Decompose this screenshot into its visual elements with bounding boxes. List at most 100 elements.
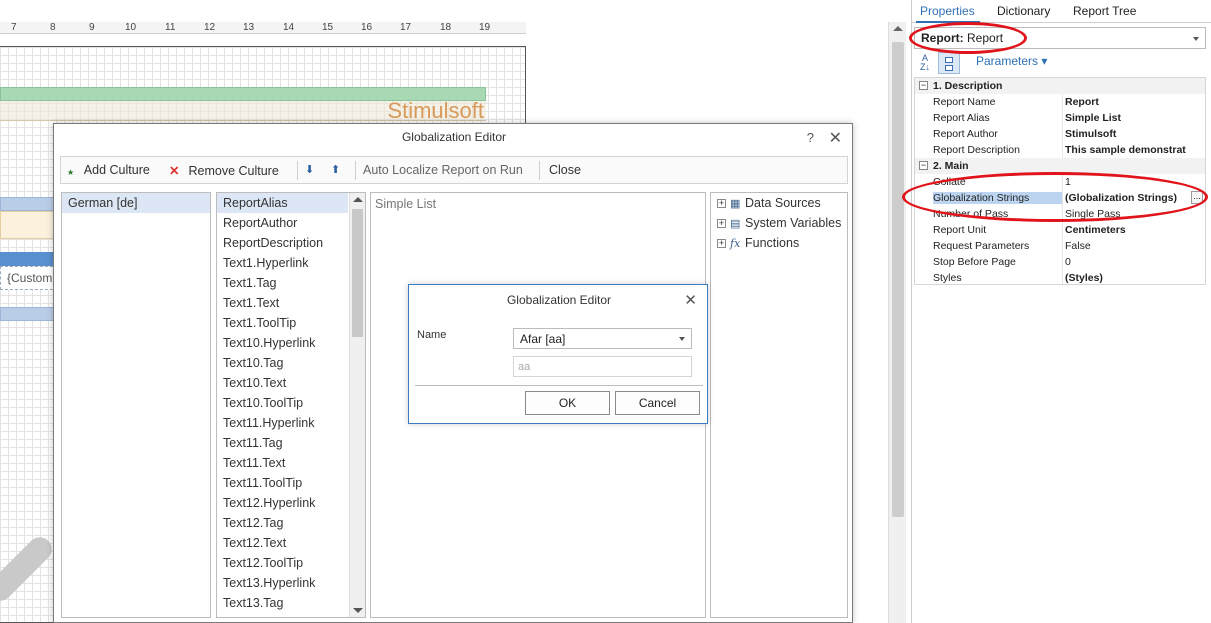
property-value[interactable]: Stimulsoft: [1065, 128, 1205, 140]
toolbar-separator: [355, 161, 356, 180]
list-scrollbar[interactable]: [349, 193, 365, 617]
scroll-up-icon[interactable]: [893, 26, 903, 31]
culture-select[interactable]: Afar [aa]: [513, 328, 692, 349]
string-item[interactable]: Text12.Hyperlink: [217, 493, 348, 513]
string-item[interactable]: Text1.Tag: [217, 273, 348, 293]
culture-item[interactable]: German [de]: [62, 193, 210, 213]
add-culture-button[interactable]: ★ Add Culture: [67, 163, 150, 177]
property-value[interactable]: Simple List: [1065, 112, 1205, 124]
property-row[interactable]: Report Alias Simple List: [915, 110, 1205, 126]
chevron-down-icon[interactable]: [679, 337, 685, 341]
string-item[interactable]: Text13.Hyperlink: [217, 573, 348, 593]
remove-culture-button[interactable]: ✕ Remove Culture: [169, 163, 279, 178]
sort-alphabetical-icon[interactable]: A Z↓: [916, 54, 934, 72]
string-item[interactable]: Text11.Tag: [217, 433, 348, 453]
window-title: Globalization Editor: [401, 130, 507, 144]
string-item[interactable]: Text1.ToolTip: [217, 313, 348, 333]
property-value[interactable]: (Styles): [1065, 272, 1205, 284]
scroll-down-icon[interactable]: [353, 608, 363, 613]
value-text[interactable]: Simple List: [375, 197, 436, 211]
expand-icon[interactable]: +: [717, 219, 726, 228]
auto-localize-toggle[interactable]: Auto Localize Report on Run: [363, 163, 523, 177]
close-icon[interactable]: ✕: [684, 291, 697, 309]
help-icon[interactable]: ?: [807, 130, 814, 145]
scroll-up-icon[interactable]: [353, 197, 363, 202]
string-item[interactable]: Text10.Hyperlink: [217, 333, 348, 353]
tab-properties[interactable]: Properties: [920, 4, 975, 18]
tab-dictionary[interactable]: Dictionary: [997, 4, 1050, 18]
ruler-tick: 10: [125, 22, 137, 33]
tab-report-tree[interactable]: Report Tree: [1073, 4, 1136, 18]
categorized-view-button[interactable]: [938, 52, 960, 74]
property-row[interactable]: Report Unit Centimeters: [915, 222, 1205, 238]
string-item[interactable]: Text12.Text: [217, 533, 348, 553]
string-item[interactable]: ReportAuthor: [217, 213, 348, 233]
expand-icon[interactable]: +: [717, 199, 726, 208]
tree-node-functions[interactable]: + fx Functions: [717, 233, 799, 253]
dialog-divider: [415, 385, 703, 386]
property-value[interactable]: Centimeters: [1065, 224, 1205, 236]
dictionary-tree[interactable]: + ▦ Data Sources + ▤ System Variables + fx Fun…: [710, 192, 848, 618]
string-item[interactable]: Text12.ToolTip: [217, 553, 348, 573]
string-item[interactable]: Text11.Text: [217, 453, 348, 473]
string-item[interactable]: Text1.Text: [217, 293, 348, 313]
cancel-button[interactable]: Cancel: [615, 391, 700, 415]
ruler-tick: 15: [322, 22, 334, 33]
string-item[interactable]: Text11.Hyperlink: [217, 413, 348, 433]
string-item[interactable]: Text10.Text: [217, 373, 348, 393]
property-row[interactable]: Stop Before Page 0: [915, 254, 1205, 270]
tree-node-system-variables[interactable]: + ▤ System Variables: [717, 213, 841, 233]
move-up-icon[interactable]: ⬇: [305, 163, 314, 176]
cultures-list[interactable]: German [de]: [61, 192, 211, 618]
category-description[interactable]: − 1. Description: [915, 78, 1205, 94]
string-item[interactable]: ReportAlias: [217, 193, 348, 213]
close-icon[interactable]: ✕: [829, 128, 842, 148]
title-band[interactable]: Stimulsoft: [0, 98, 486, 123]
toolbar-separator: [297, 161, 298, 180]
ok-button[interactable]: OK: [525, 391, 610, 415]
property-key: Request Parameters: [933, 240, 1030, 252]
parameters-dropdown[interactable]: Parameters ▾: [976, 54, 1047, 68]
move-down-icon[interactable]: ⬆: [331, 163, 340, 176]
scroll-thumb[interactable]: [892, 42, 904, 517]
property-row[interactable]: Report Description This sample demonstrat: [915, 142, 1205, 158]
close-toolbar-button[interactable]: Close: [549, 163, 581, 177]
tree-node-data-sources[interactable]: + ▦ Data Sources: [717, 193, 821, 213]
property-value[interactable]: 0: [1065, 256, 1205, 268]
string-item[interactable]: Text1.Hyperlink: [217, 253, 348, 273]
scroll-thumb[interactable]: [352, 209, 363, 337]
string-item[interactable]: Text13.Tag: [217, 593, 348, 613]
toolbar-separator: [539, 161, 540, 180]
tree-label: Functions: [745, 236, 800, 250]
property-key: Report Alias: [933, 112, 990, 124]
property-value[interactable]: False: [1065, 240, 1205, 252]
string-item[interactable]: Text10.ToolTip: [217, 393, 348, 413]
ruler-tick: 17: [400, 22, 412, 33]
custom-field-text: {Custom: [7, 271, 53, 285]
watermark-shape: [0, 532, 57, 606]
property-value[interactable]: Report: [1065, 96, 1205, 108]
string-item[interactable]: Text12.Tag: [217, 513, 348, 533]
string-item[interactable]: Text10.Tag: [217, 353, 348, 373]
property-key: Report Description: [933, 144, 1020, 156]
tree-label: Data Sources: [745, 196, 821, 210]
canvas-vertical-scrollbar[interactable]: [888, 22, 906, 623]
collapse-icon[interactable]: −: [919, 161, 928, 170]
string-item[interactable]: ReportDescription: [217, 233, 348, 253]
property-row[interactable]: Styles (Styles): [915, 270, 1205, 286]
properties-panel: Properties Dictionary Report Tree Report…: [902, 0, 1211, 623]
ruler-tick: 14: [283, 22, 295, 33]
collapse-icon[interactable]: −: [919, 81, 928, 90]
stimulsoft-logo-text: Stimulsoft: [387, 98, 484, 123]
string-item[interactable]: Text11.ToolTip: [217, 473, 348, 493]
property-row[interactable]: Report Name Report: [915, 94, 1205, 110]
property-row[interactable]: Report Author Stimulsoft: [915, 126, 1205, 142]
property-row[interactable]: Request Parameters False: [915, 238, 1205, 254]
expand-icon[interactable]: +: [717, 239, 726, 248]
property-value[interactable]: This sample demonstrat: [1065, 144, 1205, 156]
ruler-tick: 13: [243, 22, 255, 33]
strings-list[interactable]: ReportAlias ReportAuthor ReportDescription…: [216, 192, 366, 618]
annotation-ellipse-report: [909, 22, 1027, 54]
culture-code-field[interactable]: aa: [513, 356, 692, 377]
remove-culture-label: Remove Culture: [188, 164, 279, 178]
